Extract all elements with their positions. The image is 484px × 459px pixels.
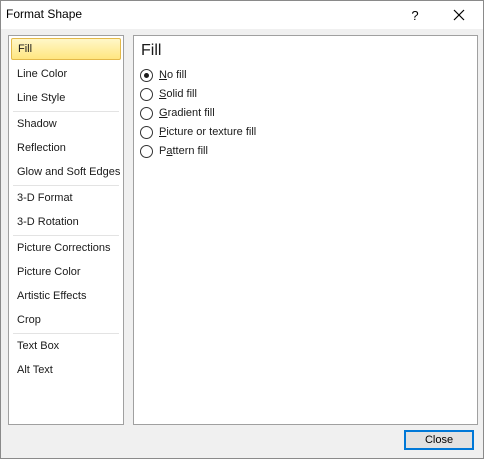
sidebar-item-line-style[interactable]: Line Style <box>10 87 122 109</box>
close-icon <box>453 9 465 21</box>
fill-panel: Fill No fill Solid fill Gradient fill Pi… <box>133 35 478 425</box>
divider <box>13 235 119 236</box>
sidebar-item-crop[interactable]: Crop <box>10 309 122 331</box>
radio-button[interactable] <box>140 106 153 120</box>
radio-button[interactable] <box>140 87 153 101</box>
radio-button[interactable] <box>140 144 153 158</box>
radio-label: Picture or texture fill <box>159 126 257 138</box>
divider <box>13 185 119 186</box>
divider <box>13 111 119 112</box>
radio-label: Solid fill <box>159 88 197 100</box>
sidebar-item-3d-format[interactable]: 3-D Format <box>10 187 122 209</box>
sidebar-item-line-color[interactable]: Line Color <box>10 63 122 85</box>
radio-no-fill[interactable]: No fill <box>140 67 187 83</box>
help-button[interactable]: ? <box>395 1 435 29</box>
format-shape-dialog: Format Shape ? Fill Line Color Line Styl… <box>0 0 484 459</box>
sidebar-item-glow-soft-edges[interactable]: Glow and Soft Edges <box>10 161 122 183</box>
category-list: Fill Line Color Line Style Shadow Reflec… <box>8 35 124 425</box>
close-button[interactable]: Close <box>404 430 474 450</box>
radio-picture-texture-fill[interactable]: Picture or texture fill <box>140 124 256 140</box>
radio-gradient-fill[interactable]: Gradient fill <box>140 105 215 121</box>
sidebar-item-3d-rotation[interactable]: 3-D Rotation <box>10 211 122 233</box>
radio-label: Gradient fill <box>159 107 215 119</box>
radio-solid-fill[interactable]: Solid fill <box>140 86 197 102</box>
sidebar-item-shadow[interactable]: Shadow <box>10 113 122 135</box>
title-bar: Format Shape ? <box>1 1 483 29</box>
sidebar-item-picture-corrections[interactable]: Picture Corrections <box>10 237 122 259</box>
sidebar-item-reflection[interactable]: Reflection <box>10 137 122 159</box>
radio-button[interactable] <box>140 125 153 139</box>
radio-label: No fill <box>159 69 187 81</box>
radio-button[interactable] <box>140 68 153 82</box>
sidebar-item-artistic-effects[interactable]: Artistic Effects <box>10 285 122 307</box>
close-window-button[interactable] <box>439 1 479 29</box>
panel-title: Fill <box>141 42 162 59</box>
sidebar-item-picture-color[interactable]: Picture Color <box>10 261 122 283</box>
sidebar-item-alt-text[interactable]: Alt Text <box>10 359 122 381</box>
sidebar-item-fill[interactable]: Fill <box>11 38 121 60</box>
dialog-title: Format Shape <box>6 7 83 21</box>
radio-label: Pattern fill <box>159 145 208 157</box>
radio-pattern-fill[interactable]: Pattern fill <box>140 143 208 159</box>
sidebar-item-text-box[interactable]: Text Box <box>10 335 122 357</box>
divider <box>13 333 119 334</box>
